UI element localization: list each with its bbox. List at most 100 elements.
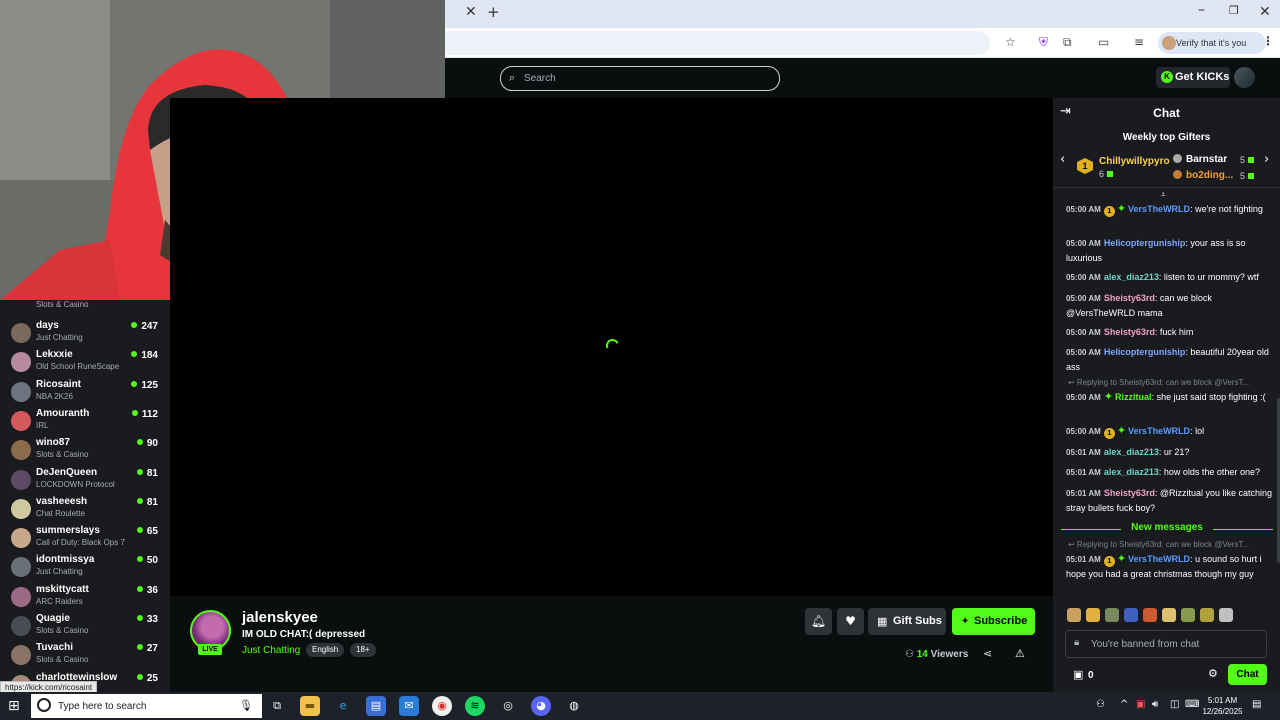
sidebar-item[interactable]: Lekxxie Old School RuneScape 184 (0, 346, 170, 375)
chrome-icon[interactable]: ◉ (432, 696, 452, 716)
emote-icon[interactable] (1105, 608, 1119, 622)
message-username[interactable]: Helicopterguniship (1104, 347, 1186, 357)
user-avatar[interactable] (1234, 67, 1255, 88)
sidebar-item[interactable]: mskittycatt ARC Raiders 36 (0, 581, 170, 610)
chat-message[interactable]: 05:00 AM Sheisty63rd: can we block @VersT… (1066, 291, 1274, 320)
emote-icon[interactable] (1143, 608, 1157, 622)
taskbar-search[interactable]: Type here to search 🎙︎ (31, 694, 262, 718)
chat-message[interactable]: 05:01 AM Sheisty63rd: @Rizzitual you like… (1066, 486, 1274, 515)
message-username[interactable]: alex_diaz213 (1104, 467, 1159, 477)
notifications-icon[interactable]: ▤ (1252, 699, 1261, 710)
bookmark-star-icon[interactable]: ☆ (1005, 35, 1016, 49)
sidebar-item-partial[interactable]: Slots & Casino (0, 300, 170, 317)
sidebar-item[interactable]: idontmissya Just Chatting 50 (0, 551, 170, 580)
extension-shield-icon[interactable]: ⛨ (1039, 35, 1048, 50)
new-messages-divider[interactable]: New messages (1061, 522, 1273, 536)
window-close-icon[interactable]: ✕ (1259, 4, 1271, 20)
microphone-icon[interactable]: 🎙︎ (239, 699, 253, 712)
browser-menu-icon[interactable]: ⋮ (1262, 34, 1274, 48)
subscribe-button[interactable]: ✦ Subscribe (952, 608, 1035, 635)
message-username[interactable]: Sheisty63rd (1104, 488, 1155, 498)
edge-icon[interactable]: e (333, 696, 353, 716)
chat-message[interactable]: 05:01 AM alex_diaz213: how olds the other… (1066, 465, 1274, 480)
message-username[interactable]: VersTheWRLD (1128, 204, 1190, 214)
discord-icon[interactable]: ◕ (531, 696, 551, 716)
chat-message[interactable]: 05:00 AM Helicopterguniship: your ass is … (1066, 236, 1274, 265)
mail-icon[interactable]: ✉ (399, 696, 419, 716)
chat-message[interactable]: 05:00 AM alex_diaz213: listen to ur mommy… (1066, 270, 1274, 285)
chat-message[interactable]: 05:00 AM Helicopterguniship: beautiful 20… (1066, 345, 1274, 374)
report-icon[interactable]: ⚠ (1015, 647, 1025, 660)
message-username[interactable]: Helicopterguniship (1104, 238, 1186, 248)
volume-icon[interactable]: 🔊︎ (1152, 699, 1158, 710)
channel-name[interactable]: jalenskyee (242, 609, 318, 626)
gifter-row[interactable]: Barnstar (1173, 154, 1227, 165)
sidebar-item[interactable]: Tuvachi Slots & Casino 27 (0, 639, 170, 668)
emote-icon[interactable] (1162, 608, 1176, 622)
start-menu-icon[interactable]: ⊞ (8, 698, 20, 714)
sidebar-item[interactable]: days Just Chatting 247 (0, 317, 170, 346)
tab-close-icon[interactable]: ✕ (465, 4, 477, 20)
prev-arrow-icon[interactable]: ‹ (1060, 152, 1065, 167)
tag-mature[interactable]: 18+ (350, 643, 376, 657)
chat-input[interactable]: 🔒︎ You're banned from chat (1065, 630, 1267, 658)
emote-icon[interactable] (1200, 608, 1214, 622)
chat-message[interactable]: 05:00 AM ✦ Rizzitual: she just said stop f… (1066, 390, 1274, 405)
new-tab-button[interactable]: + (487, 3, 500, 21)
message-username[interactable]: alex_diaz213 (1104, 272, 1159, 282)
chat-message[interactable]: 05:01 AM 1 ✦ VersTheWRLD: u sound so hurt i… (1066, 552, 1274, 581)
people-icon[interactable]: ⚇ (1096, 699, 1105, 710)
app-icon[interactable]: ◎ (498, 696, 518, 716)
restore-icon[interactable]: ❐ (1229, 4, 1239, 17)
minimize-icon[interactable]: – (1198, 2, 1205, 18)
share-icon[interactable]: ⋖ (983, 647, 992, 660)
sidebar-item[interactable]: Amouranth IRL 112 (0, 405, 170, 434)
emote-icon[interactable] (1181, 608, 1195, 622)
notification-bell-button[interactable]: 🔔︎ (805, 608, 832, 635)
message-username[interactable]: Rizzitual (1115, 392, 1152, 402)
task-view-icon[interactable]: ⧉ (267, 696, 287, 716)
network-icon[interactable]: ◫ (1170, 699, 1179, 710)
spotify-icon[interactable]: ≋ (465, 696, 485, 716)
emote-icon[interactable] (1124, 608, 1138, 622)
address-bar[interactable] (445, 31, 990, 55)
tray-expand-icon[interactable]: ^ (1120, 699, 1128, 710)
gifter-name[interactable]: Chillywillypyro (1099, 156, 1170, 167)
message-username[interactable]: VersTheWRLD (1128, 426, 1190, 436)
tag-language[interactable]: English (306, 643, 345, 657)
message-username[interactable]: Sheisty63rd (1104, 327, 1155, 337)
sidebar-item[interactable]: wino87 Slots & Casino 90 (0, 434, 170, 463)
sidebar-item[interactable]: vasheeesh Chat Roulette 81 (0, 493, 170, 522)
gifter-row[interactable]: bo2ding... (1173, 170, 1233, 181)
next-arrow-icon[interactable]: › (1264, 152, 1269, 167)
gear-icon[interactable]: ⚙ (1208, 667, 1218, 680)
taskbar-clock[interactable]: 5:01 AM 12/26/2025 (1200, 695, 1245, 717)
chat-message[interactable]: 05:01 AM alex_diaz213: ur 21? (1066, 445, 1274, 460)
sidebar-item[interactable]: Ricosaint NBA 2K26 125 (0, 376, 170, 405)
emote-icon[interactable] (1219, 608, 1233, 622)
sidebar-item[interactable]: DeJenQueen LOCKDOWN Protocol 81 (0, 464, 170, 493)
reply-preview[interactable]: ↩ Replying to Sheisty63rd: can we block … (1068, 378, 1276, 387)
follow-button[interactable]: ♥ (837, 608, 864, 635)
stream-category[interactable]: Just Chatting (242, 645, 300, 656)
profile-verify-chip[interactable]: Verify that it's you (1158, 32, 1266, 54)
pinned-toggle-icon[interactable]: ⩡ (1161, 190, 1171, 199)
message-username[interactable]: Sheisty63rd (1104, 293, 1155, 303)
emote-icon[interactable] (1067, 608, 1081, 622)
emote-icon[interactable] (1086, 608, 1100, 622)
media-queue-icon[interactable]: ≡ (1134, 35, 1144, 49)
message-username[interactable]: alex_diaz213 (1104, 447, 1159, 457)
search-input[interactable]: ⌕ Search (500, 66, 780, 91)
chat-message[interactable]: 05:00 AM Sheisty63rd: fuck him (1066, 325, 1274, 340)
store-icon[interactable]: ▤ (366, 696, 386, 716)
video-player[interactable] (170, 98, 1053, 596)
sidebar-item[interactable]: summerslays Call of Duty: Black Ops 7 65 (0, 522, 170, 551)
file-explorer-icon[interactable]: ▬ (300, 696, 320, 716)
chat-message[interactable]: 05:00 AM 1 ✦ VersTheWRLD: we're not fightin… (1066, 202, 1274, 217)
sidebar-item[interactable]: Quagie Slots & Casino 33 (0, 610, 170, 639)
gift-subs-button[interactable]: ▦ Gift Subs (868, 608, 946, 635)
send-chat-button[interactable]: Chat (1228, 664, 1267, 685)
obs-icon[interactable]: ◍ (564, 696, 584, 716)
extensions-icon[interactable]: ⧉ (1063, 35, 1072, 50)
tray-app-icon[interactable]: ▣ (1136, 699, 1145, 710)
